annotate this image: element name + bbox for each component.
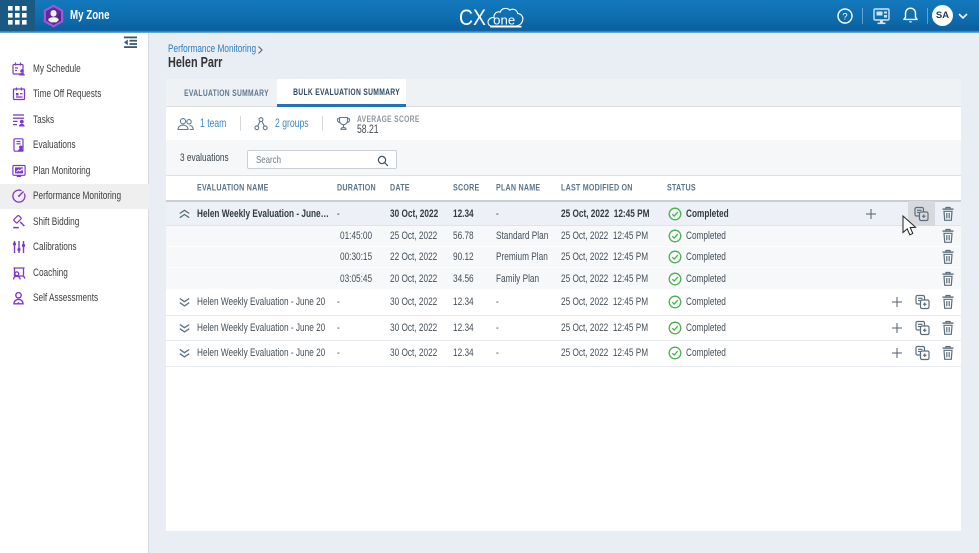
svg-text:CX: CX: [459, 5, 486, 30]
svg-text:one: one: [493, 12, 515, 27]
svg-text:?: ?: [842, 12, 847, 23]
